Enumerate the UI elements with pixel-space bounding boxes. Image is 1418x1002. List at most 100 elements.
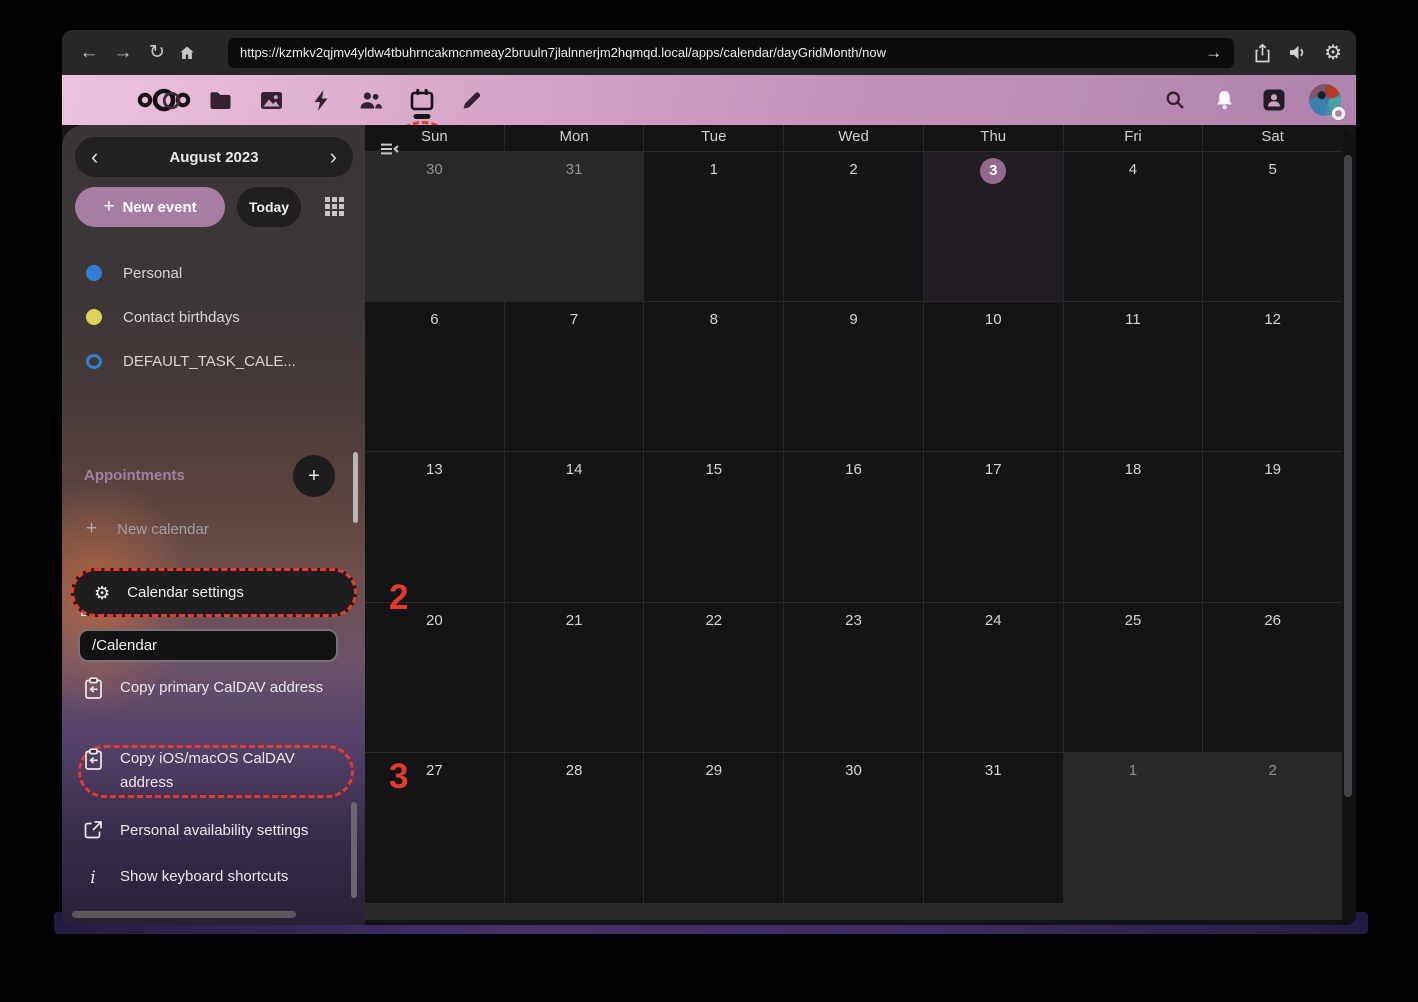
- calendar-day-cell[interactable]: 6: [365, 302, 505, 452]
- calendar-day-cell[interactable]: 31: [505, 152, 645, 302]
- avatar[interactable]: [1309, 84, 1341, 116]
- notifications-bell-icon[interactable]: [1207, 75, 1241, 125]
- calendar-day-cell[interactable]: 29: [644, 753, 784, 904]
- home-button[interactable]: [178, 44, 204, 62]
- calendar-day-cell[interactable]: 5: [1203, 152, 1342, 302]
- calendar-day-cell[interactable]: 17: [924, 452, 1064, 603]
- keyboard-shortcuts-button[interactable]: i Show keyboard shortcuts: [80, 865, 326, 890]
- copy-primary-caldav-button[interactable]: Copy primary CalDAV address: [80, 676, 326, 700]
- day-number: 27: [426, 762, 443, 779]
- calendar-day-cell[interactable]: 13: [365, 452, 505, 603]
- day-number: 9: [849, 311, 857, 328]
- day-number: 1: [710, 161, 718, 178]
- calendar-day-cell[interactable]: 2: [1203, 753, 1342, 904]
- photos-icon[interactable]: [254, 75, 288, 125]
- calendar-day-cell[interactable]: 20: [365, 603, 505, 753]
- sidebar-calendar-item[interactable]: DEFAULT_TASK_CALE...: [62, 339, 365, 383]
- activity-lightning-icon[interactable]: [304, 75, 338, 125]
- day-number: 1: [1129, 762, 1137, 779]
- calendar-day-cell[interactable]: 12: [1203, 302, 1342, 452]
- browser-settings-icon[interactable]: ⚙: [1324, 43, 1342, 63]
- calendar-color-dot: [86, 354, 102, 369]
- calendar-color-dot: [86, 265, 102, 281]
- calendar-color-dot: [86, 309, 102, 325]
- home-icon: [178, 44, 196, 62]
- calendar-day-cell[interactable]: 8: [644, 302, 784, 452]
- calendar-day-cell[interactable]: 24: [924, 603, 1064, 753]
- calendar-day-cell[interactable]: 15: [644, 452, 784, 603]
- next-month-button[interactable]: ›: [330, 144, 337, 170]
- share-icon[interactable]: [1254, 43, 1271, 63]
- calendar-day-cell[interactable]: 1: [1064, 753, 1204, 904]
- calendar-day-cell[interactable]: 16: [784, 452, 924, 603]
- dashboard-icon[interactable]: [154, 75, 188, 125]
- notes-pencil-icon[interactable]: [454, 75, 488, 125]
- back-button[interactable]: ←: [76, 42, 102, 64]
- calendar-day-cell[interactable]: 18: [1064, 452, 1204, 603]
- sidebar-calendar-item[interactable]: Personal: [62, 251, 365, 295]
- day-number: 29: [705, 762, 722, 779]
- calendar-day-cell[interactable]: 11: [1064, 302, 1204, 452]
- calendar-day-cell[interactable]: 21: [505, 603, 645, 753]
- collapse-sidebar-icon[interactable]: [380, 142, 399, 156]
- calendar-day-cell[interactable]: 28: [505, 753, 645, 904]
- copy-ios-caldav-button[interactable]: Copy iOS/macOS CalDAV address: [80, 747, 326, 795]
- calendar-day-cell[interactable]: 10: [924, 302, 1064, 452]
- sidebar-scrollbar-thumb[interactable]: [351, 802, 357, 898]
- go-arrow-icon[interactable]: →: [1195, 43, 1222, 63]
- contacts-menu-icon[interactable]: [1257, 75, 1291, 125]
- day-number: 31: [985, 762, 1002, 779]
- calendar-day-cell[interactable]: 14: [505, 452, 645, 603]
- calendar-day-cell[interactable]: 2: [784, 152, 924, 302]
- calendar-day-cell[interactable]: 31: [924, 753, 1064, 904]
- calendar-day-cell[interactable]: 4: [1064, 152, 1204, 302]
- calendar-day-cell[interactable]: 23: [784, 603, 924, 753]
- weekday-header-row: SunMonTueWedThuFriSat: [365, 125, 1342, 152]
- calendar-day-cell[interactable]: 3: [924, 152, 1064, 302]
- prev-month-button[interactable]: ‹: [91, 144, 98, 170]
- reload-button[interactable]: ↻: [144, 41, 170, 64]
- new-calendar-button[interactable]: + New calendar: [86, 518, 209, 540]
- calendar-day-cell[interactable]: 27: [365, 753, 505, 904]
- search-icon[interactable]: [1158, 75, 1192, 125]
- contacts-people-icon[interactable]: [353, 75, 387, 125]
- sidebar-scrollbar-thumb[interactable]: [353, 452, 358, 523]
- sidebar-calendar-item[interactable]: Contact birthdays: [62, 295, 365, 339]
- calendar-item-label: Personal: [123, 265, 182, 282]
- view-grid-icon[interactable]: [325, 197, 346, 218]
- availability-settings-link[interactable]: Personal availability settings: [80, 819, 326, 843]
- calendar-settings-button[interactable]: ⚙ Calendar settings: [71, 568, 357, 617]
- audio-icon[interactable]: [1288, 44, 1307, 61]
- calendar-day-cell[interactable]: 25: [1064, 603, 1204, 753]
- day-number: 16: [845, 461, 862, 478]
- files-folder-icon[interactable]: [203, 75, 237, 125]
- day-number: 10: [985, 311, 1002, 328]
- calendar-sidebar: ‹ August 2023 › + New event Today Person…: [62, 125, 365, 925]
- day-number: 17: [985, 461, 1002, 478]
- day-number: 5: [1269, 161, 1277, 178]
- user-status-icon: [1332, 107, 1345, 120]
- gear-icon: ⚙: [94, 584, 110, 602]
- add-appointment-button[interactable]: +: [293, 455, 335, 497]
- new-event-button[interactable]: + New event: [75, 187, 225, 227]
- calendar-day-cell[interactable]: 22: [644, 603, 784, 753]
- calendar-day-cell[interactable]: 30: [784, 753, 924, 904]
- calendar-day-cell[interactable]: 9: [784, 302, 924, 452]
- calendar-scrollbar-thumb[interactable]: [1344, 155, 1352, 797]
- calendar-day-cell[interactable]: 19: [1203, 452, 1342, 603]
- sidebar-horizontal-scrollbar[interactable]: [72, 911, 296, 918]
- url-bar[interactable]: https://kzmkv2qjmv4yldw4tbuhrncakmcnmeay…: [228, 38, 1234, 68]
- month-label: August 2023: [169, 149, 258, 166]
- today-button[interactable]: Today: [237, 187, 301, 227]
- day-number: 11: [1125, 311, 1141, 328]
- calendar-day-cell[interactable]: 7: [505, 302, 645, 452]
- calendar-day-cell[interactable]: 26: [1203, 603, 1342, 753]
- forward-button[interactable]: →: [110, 42, 136, 64]
- calendar-scrollbar: [1342, 125, 1356, 925]
- copy-primary-caldav-label: Copy primary CalDAV address: [120, 676, 326, 700]
- calendar-day-cell-partial: [784, 904, 924, 920]
- attachments-location-input[interactable]: [78, 629, 338, 662]
- month-navigation: ‹ August 2023 ›: [75, 137, 353, 177]
- calendar-day-cell[interactable]: 1: [644, 152, 784, 302]
- calendar-day-cell[interactable]: 30: [365, 152, 505, 302]
